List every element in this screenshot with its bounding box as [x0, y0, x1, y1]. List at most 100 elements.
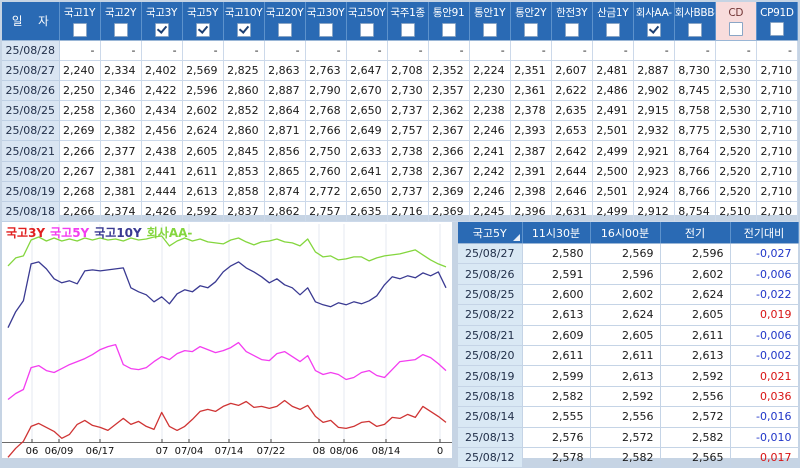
table-row[interactable]: 25/08/212,2662,3772,4382,6052,8452,8562,… — [2, 141, 798, 161]
column-header-16[interactable]: CD — [715, 2, 756, 41]
column-header-7[interactable]: 국고50Y — [346, 2, 387, 41]
column-header-4[interactable]: 국고10Y — [223, 2, 264, 41]
column-checkbox-0[interactable] — [73, 23, 87, 37]
column-checkbox-9[interactable] — [442, 23, 456, 37]
table-row[interactable]: 25/08/202,2672,3812,4412,6112,8532,8652,… — [2, 161, 798, 181]
yield-cell: 2,357 — [428, 81, 469, 101]
yield-cell: - — [59, 41, 100, 61]
column-checkbox-4[interactable] — [237, 23, 251, 37]
column-checkbox-12[interactable] — [565, 23, 579, 37]
yield-cell: 2,530 — [715, 81, 756, 101]
rt-header-1[interactable]: 11시30분 — [522, 222, 590, 244]
column-checkbox-10[interactable] — [483, 23, 497, 37]
change-cell: 0,017 — [730, 447, 798, 467]
yield-cell: 2,230 — [469, 81, 510, 101]
table-row[interactable]: 25/08/272,5802,5692,596-0,027 — [458, 244, 798, 264]
rt-header-3[interactable]: 전기 — [660, 222, 730, 244]
yield-cell: 2,763 — [305, 61, 346, 81]
yield-cell: 2,921 — [633, 141, 674, 161]
yield-cell: 2,530 — [715, 61, 756, 81]
table-row[interactable]: 25/08/202,6112,6112,613-0,002 — [458, 345, 798, 365]
column-header-10[interactable]: 통안1Y — [469, 2, 510, 41]
yield-cell: 2,238 — [469, 101, 510, 121]
column-header-0[interactable]: 국고1Y — [59, 2, 100, 41]
yield-cell: 2,520 — [715, 181, 756, 201]
table-row[interactable]: 25/08/182,2662,3742,4262,5922,8372,8622,… — [2, 201, 798, 221]
column-checkbox-1[interactable] — [114, 23, 128, 37]
column-checkbox-5[interactable] — [278, 23, 292, 37]
table-row[interactable]: 25/08/212,6092,6052,611-0,006 — [458, 325, 798, 345]
column-checkbox-8[interactable] — [401, 23, 415, 37]
date-cell: 25/08/26 — [2, 81, 59, 101]
table-row[interactable]: 25/08/192,2682,3812,4442,6132,8582,8742,… — [2, 181, 798, 201]
column-header-5[interactable]: 국고20Y — [264, 2, 305, 41]
column-header-1[interactable]: 국고2Y — [100, 2, 141, 41]
column-header-14[interactable]: 회사AA- — [633, 2, 674, 41]
column-checkbox-15[interactable] — [688, 23, 702, 37]
column-header-3[interactable]: 국고5Y — [182, 2, 223, 41]
column-label: 국고20Y — [265, 5, 305, 20]
table-row[interactable]: 25/08/252,6002,6022,624-0,022 — [458, 284, 798, 304]
column-checkbox-3[interactable] — [196, 23, 210, 37]
table-row[interactable]: 25/08/192,5992,6132,5920,021 — [458, 366, 798, 386]
column-header-11[interactable]: 통안2Y — [510, 2, 551, 41]
yield-chart-panel[interactable]: 0606/0906/170707/0407/1407/220808/0608/1… — [2, 222, 452, 458]
t1130-cell: 2,591 — [522, 264, 590, 284]
table-row[interactable]: 25/08/182,5822,5922,5560,036 — [458, 386, 798, 406]
column-checkbox-17[interactable] — [770, 22, 784, 36]
prev-cell: 2,582 — [660, 427, 730, 447]
yield-cell: 2,887 — [633, 61, 674, 81]
yield-trend-chart[interactable]: 0606/0906/170707/0407/1407/220808/0608/1… — [2, 222, 452, 458]
rt-header-4[interactable]: 전기대비 — [730, 222, 798, 244]
rt-header-2[interactable]: 16시00분 — [590, 222, 660, 244]
table-row[interactable]: 25/08/28------------------ — [2, 41, 798, 61]
yield-cell: 2,381 — [100, 181, 141, 201]
column-checkbox-11[interactable] — [524, 23, 538, 37]
table-row[interactable]: 25/08/122,5782,5822,5650,017 — [458, 447, 798, 467]
table-row[interactable]: 25/08/272,2402,3342,4022,5692,8252,8632,… — [2, 61, 798, 81]
legend-item-3[interactable]: 회사AA- — [147, 226, 193, 240]
column-checkbox-2[interactable] — [155, 23, 169, 37]
column-checkbox-7[interactable] — [360, 23, 374, 37]
column-checkbox-14[interactable] — [647, 23, 661, 37]
column-checkbox-6[interactable] — [319, 23, 333, 37]
prev-cell: 2,596 — [660, 244, 730, 264]
yield-cell: 2,750 — [305, 141, 346, 161]
column-checkbox-13[interactable] — [606, 23, 620, 37]
table-row[interactable]: 25/08/252,2582,3602,4342,6022,8522,8642,… — [2, 101, 798, 121]
column-checkbox-16[interactable] — [729, 22, 743, 36]
table-row[interactable]: 25/08/262,5912,5962,602-0,006 — [458, 264, 798, 284]
column-header-8[interactable]: 국주1종 — [387, 2, 428, 41]
column-header-9[interactable]: 통안91 — [428, 2, 469, 41]
yield-cell: 2,456 — [141, 121, 182, 141]
yield-cell: 2,710 — [756, 61, 797, 81]
yield-cell: 2,670 — [346, 81, 387, 101]
column-header-15[interactable]: 회사BBB- — [674, 2, 715, 41]
column-header-6[interactable]: 국고30Y — [305, 2, 346, 41]
legend-item-1[interactable]: 국고5Y — [50, 226, 89, 240]
yield-cell: 2,596 — [182, 81, 223, 101]
table-row[interactable]: 25/08/222,6132,6242,6050,019 — [458, 305, 798, 325]
table-row[interactable]: 25/08/132,5762,5722,582-0,010 — [458, 427, 798, 447]
table-row[interactable]: 25/08/262,2502,3462,4222,5962,8602,8872,… — [2, 81, 798, 101]
yield-cell: 2,592 — [182, 201, 223, 221]
column-header-17[interactable]: CP91D — [756, 2, 797, 41]
column-header-2[interactable]: 국고3Y — [141, 2, 182, 41]
column-header-12[interactable]: 한전3Y — [551, 2, 592, 41]
x-tick-label: 06 — [26, 446, 39, 457]
prev-cell: 2,624 — [660, 284, 730, 304]
yield-cell: 2,837 — [223, 201, 264, 221]
yield-cell: 2,245 — [469, 201, 510, 221]
column-header-13[interactable]: 산금1Y — [592, 2, 633, 41]
legend-item-0[interactable]: 국고3Y — [6, 226, 45, 240]
legend-item-2[interactable]: 국고10Y — [94, 226, 141, 240]
yield-cell: 2,708 — [387, 61, 428, 81]
yield-cell: 2,240 — [59, 61, 100, 81]
prev-cell: 2,556 — [660, 386, 730, 406]
date-cell: 25/08/26 — [458, 264, 522, 284]
table-row[interactable]: 25/08/222,2692,3822,4562,6242,8602,8712,… — [2, 121, 798, 141]
table-row[interactable]: 25/08/142,5552,5562,572-0,016 — [458, 407, 798, 427]
yield-cell: 2,845 — [223, 141, 264, 161]
yield-cell: 2,641 — [346, 161, 387, 181]
rt-header-0[interactable]: 국고5Y — [458, 222, 522, 244]
